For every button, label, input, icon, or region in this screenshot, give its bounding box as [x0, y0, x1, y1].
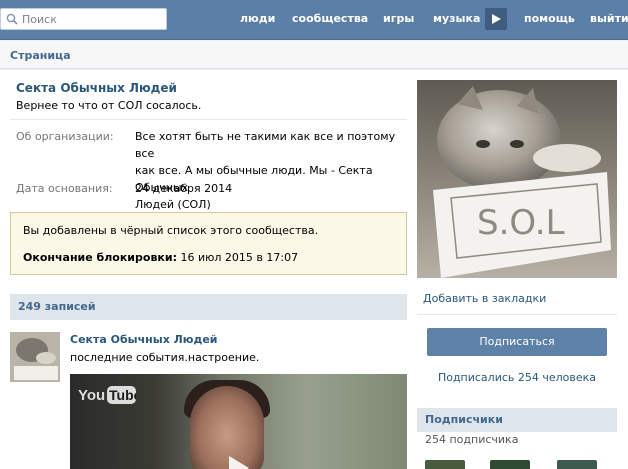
block-end: Окончание блокировки: 16 июл 2015 в 17:0…	[23, 251, 298, 264]
music-play-button[interactable]	[485, 8, 507, 30]
post-avatar[interactable]	[10, 332, 60, 382]
search-input[interactable]	[22, 11, 162, 27]
nav-people[interactable]: люди	[240, 12, 275, 25]
add-bookmark-link[interactable]: Добавить в закладки	[423, 292, 546, 305]
play-icon[interactable]	[223, 454, 253, 469]
play-arrow-icon	[492, 14, 501, 24]
nav-logout[interactable]: выйти	[590, 12, 628, 25]
subscriber-avatar[interactable]	[490, 460, 530, 469]
about-label: Об организации:	[16, 130, 114, 143]
block-end-value: 16 июл 2015 в 17:07	[180, 251, 299, 264]
posts-header[interactable]: 249 записей	[10, 294, 407, 320]
nav-help[interactable]: помощь	[524, 12, 575, 25]
post-author[interactable]: Секта Обычных Людей	[70, 333, 218, 346]
subscribers-header[interactable]: Подписчики	[417, 408, 617, 432]
search-box[interactable]	[0, 8, 167, 30]
video-player[interactable]: You Tube	[70, 374, 407, 469]
posts-count: 249 записей	[18, 300, 96, 313]
page-header: Страница	[0, 41, 628, 69]
about-line: Людей (СОЛ)	[135, 198, 211, 211]
subscriber-avatar[interactable]	[557, 460, 597, 469]
nav-games[interactable]: игры	[383, 12, 414, 25]
svg-text:Tube: Tube	[109, 387, 136, 403]
main-content: Секта Обычных Людей Вернее то что от СОЛ…	[0, 70, 628, 469]
block-end-label: Окончание блокировки:	[23, 251, 177, 264]
subscribe-button[interactable]: Подписаться	[427, 328, 607, 356]
about-value: Все хотят быть не такими как все и поэто…	[135, 128, 405, 213]
subscriber-avatar[interactable]	[425, 460, 465, 469]
subscribers-title: Подписчики	[425, 413, 503, 426]
nav-music[interactable]: музыка	[433, 12, 480, 25]
group-cover-photo[interactable]: S.O.L	[417, 80, 617, 278]
founded-label: Дата основания:	[16, 182, 113, 195]
blacklist-notice: Вы добавлены в чёрный список этого сообщ…	[10, 212, 407, 275]
cat-thumbnail	[10, 332, 60, 382]
youtube-logo-icon: You Tube	[78, 386, 136, 404]
nav-communities[interactable]: сообщества	[292, 12, 368, 25]
blacklist-message: Вы добавлены в чёрный список этого сообщ…	[23, 224, 319, 237]
post-text: последние события.настроение.	[70, 351, 260, 364]
group-name: Секта Обычных Людей	[16, 81, 177, 95]
subscribers-count: 254 подписчика	[425, 433, 519, 446]
about-line: Все хотят быть не такими как все и поэто…	[135, 130, 396, 160]
founded-value: 24 декабря 2014	[135, 182, 233, 195]
svg-text:You: You	[78, 387, 105, 404]
divider	[10, 119, 407, 120]
cat-photo: S.O.L	[417, 80, 617, 278]
subscribed-count-link[interactable]: Подписались 254 человека	[417, 371, 617, 384]
search-icon	[6, 13, 18, 25]
group-status: Вернее то что от СОЛ сосалось.	[16, 99, 202, 112]
divider	[417, 314, 617, 315]
page-title: Страница	[10, 49, 71, 62]
svg-text:S.O.L: S.O.L	[477, 203, 565, 243]
top-bar: люди сообщества игры музыка помощь выйти	[0, 0, 628, 40]
